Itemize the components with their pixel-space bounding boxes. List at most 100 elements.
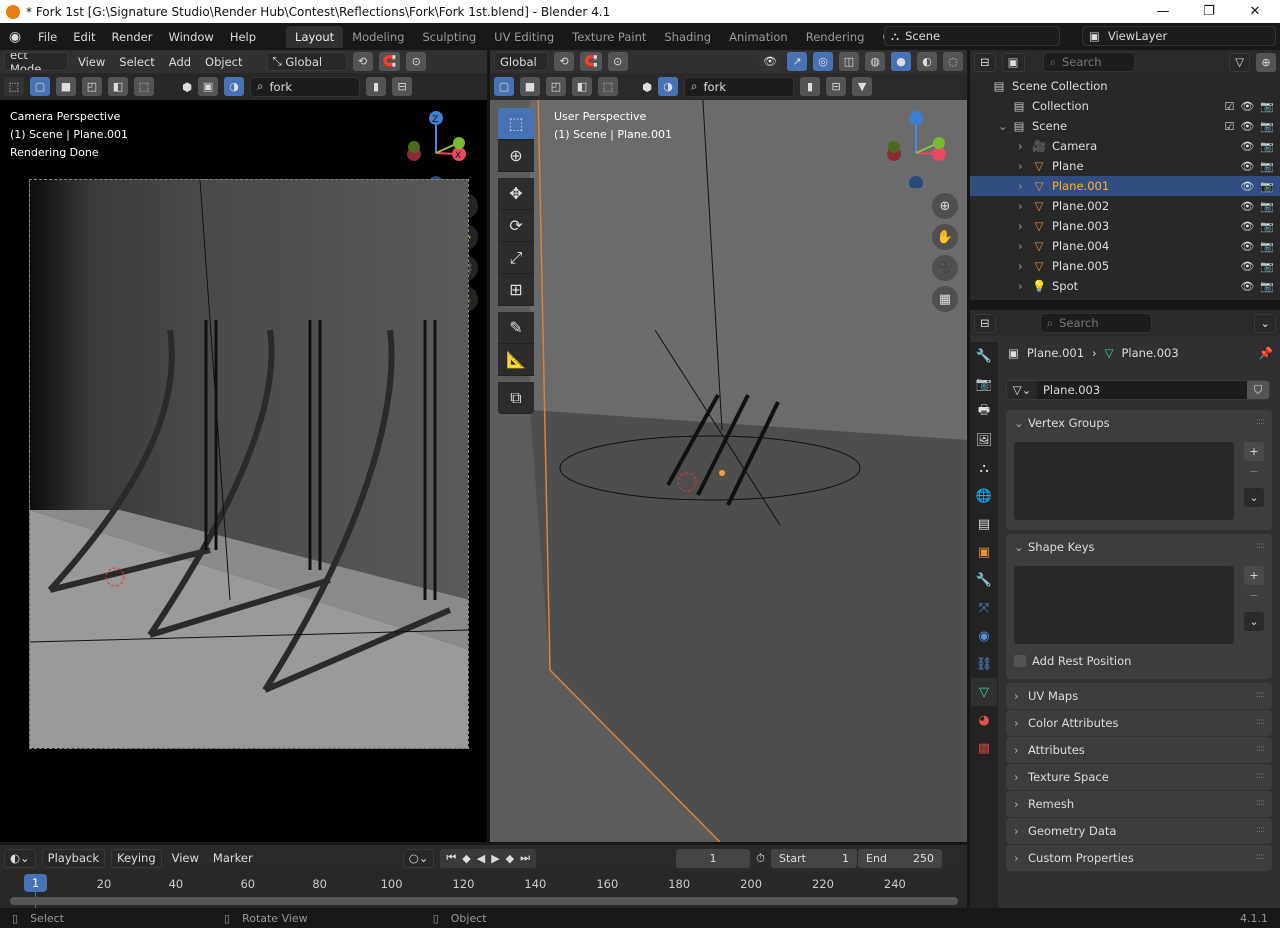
outliner-item[interactable]: ›▽Plane.002☑👁📷 xyxy=(970,196,1280,216)
keying-menu[interactable]: Keying xyxy=(110,848,162,868)
bookmark-icon[interactable]: ▮ xyxy=(366,77,387,96)
display-mode-dropdown[interactable]: ⊟ xyxy=(974,52,996,72)
checkbox-icon[interactable]: ☑ xyxy=(1224,120,1234,133)
panel-collapsed[interactable]: › Custom Properties:::: xyxy=(1006,845,1272,871)
outliner-item[interactable]: ›▽Plane.001☑👁📷 xyxy=(970,176,1280,196)
snap-button[interactable]: 🧲 xyxy=(378,52,401,71)
select-mode-extend-2[interactable]: ■ xyxy=(520,77,540,96)
shape-key-specials-button[interactable]: ⌄ xyxy=(1244,612,1264,631)
select-mode-intersect-2[interactable]: ⬚ xyxy=(598,77,618,96)
wireframe-shading-icon[interactable]: ◍ xyxy=(865,52,885,71)
select-mode-intersect[interactable]: ⬚ xyxy=(134,77,154,96)
drag-grip-icon[interactable]: :::: xyxy=(1256,717,1265,727)
drag-grip-icon[interactable]: :::: xyxy=(1256,771,1265,781)
vertex-group-specials-button[interactable]: ⌄ xyxy=(1244,488,1264,507)
eye-icon[interactable]: 👁 xyxy=(1240,140,1254,153)
chevron-down-icon[interactable]: ⌄ xyxy=(998,119,1008,133)
pin-icon[interactable]: 📌 xyxy=(1259,346,1273,360)
annotate-tool-icon[interactable]: ✎ xyxy=(498,312,534,344)
vertex-groups-list[interactable] xyxy=(1014,442,1234,520)
color-picker-icon[interactable]: ⬢ xyxy=(182,80,192,94)
render-camera-icon[interactable]: 📷 xyxy=(1260,100,1274,113)
view-layer-selector[interactable]: ▣ ViewLayer xyxy=(1082,26,1276,46)
outliner-item[interactable]: ›🎥Camera☑👁📷 xyxy=(970,136,1280,156)
drag-grip-icon[interactable]: :::: xyxy=(1256,541,1265,551)
ortho-grid-icon[interactable]: ▦ xyxy=(932,286,958,312)
navigation-gizmo[interactable]: ZX xyxy=(400,108,480,190)
eye-icon[interactable]: 👁 xyxy=(1240,200,1254,213)
mesh-datablock-selector[interactable]: ▽⌄ Plane.003 ⛉ xyxy=(1006,380,1270,400)
transform-orientation-dropdown-2[interactable]: Global xyxy=(494,52,548,71)
tab-layout[interactable]: Layout xyxy=(286,25,344,48)
solid-shading-icon[interactable]: ◑ xyxy=(224,77,245,96)
jump-start-icon[interactable]: ⏮ xyxy=(446,851,456,865)
transform-orientation-dropdown[interactable]: ⤡ Global xyxy=(266,52,347,71)
tab-modeling[interactable]: Modeling xyxy=(343,26,413,48)
panel-header[interactable]: ⌄ Shape Keys:::: xyxy=(1006,534,1272,560)
drag-grip-icon[interactable]: :::: xyxy=(1256,744,1265,754)
rotate-tool-icon[interactable]: ⟳ xyxy=(498,210,534,242)
move-tool-icon[interactable]: ✥ xyxy=(498,178,534,210)
bookmark-icon-2[interactable]: ▮ xyxy=(800,77,821,96)
checkbox-icon[interactable] xyxy=(1014,655,1026,667)
blender-menu-icon[interactable]: ◉ xyxy=(0,29,30,45)
view-layer-filter-dropdown[interactable]: ▣ xyxy=(1001,52,1025,72)
proportional-edit-button[interactable]: ⊙ xyxy=(406,52,427,71)
chevron-right-icon[interactable]: › xyxy=(1018,219,1023,233)
chevron-right-icon[interactable]: › xyxy=(1018,179,1023,193)
visibility-icon[interactable]: 👁 xyxy=(759,52,781,71)
cursor-tool-icon[interactable]: ⊕ xyxy=(498,140,534,172)
outliner-item[interactable]: ⌄ ▤ Scene ☑ 👁 📷 xyxy=(970,116,1280,136)
remove-shape-key-button[interactable]: − xyxy=(1244,586,1264,605)
select-mode-extend[interactable]: ■ xyxy=(56,77,76,96)
timeline-ruler[interactable]: 1 20 40 60 80 100 120 140 160 180 200 220 240 xyxy=(0,871,967,908)
timeline-scrollbar[interactable] xyxy=(10,897,958,905)
tab-shading[interactable]: Shading xyxy=(655,26,720,48)
render-camera-icon[interactable]: 📷 xyxy=(1260,220,1274,233)
eye-icon[interactable]: 👁 xyxy=(1240,100,1254,113)
mode-dropdown[interactable]: ect Mode xyxy=(4,52,68,71)
close-button[interactable]: ✕ xyxy=(1232,0,1278,23)
hierarchy-icon[interactable]: ⊟ xyxy=(392,77,413,96)
color-picker-icon-2[interactable]: ⬢ xyxy=(642,80,652,94)
select-tool-icon[interactable]: ⬚ xyxy=(498,108,534,140)
menu-edit[interactable]: Edit xyxy=(65,30,103,44)
editor-type-clock-icon[interactable]: ◐⌄ xyxy=(4,848,36,868)
camera-view-icon-2[interactable]: 🎥 xyxy=(932,255,958,281)
tab-uv-editing[interactable]: UV Editing xyxy=(485,26,563,48)
playhead[interactable]: 1 xyxy=(24,874,47,892)
panel-collapsed[interactable]: › Remesh:::: xyxy=(1006,791,1272,817)
menu-select[interactable]: Select xyxy=(115,55,158,69)
pan-hand-icon-2[interactable]: ✋ xyxy=(932,224,958,250)
select-mode-new-2[interactable]: ▢ xyxy=(494,77,514,96)
add-rest-position-checkbox[interactable]: Add Rest Position xyxy=(1014,654,1131,668)
outliner-item[interactable]: ›▽Plane.004☑👁📷 xyxy=(970,236,1280,256)
proportional-edit-button-2[interactable]: ⊙ xyxy=(607,52,628,71)
panel-collapsed[interactable]: › UV Maps:::: xyxy=(1006,683,1272,709)
overlay-toggle-icon[interactable]: ◎ xyxy=(813,52,833,71)
eye-icon[interactable]: 👁 xyxy=(1240,120,1254,133)
outliner-item[interactable]: ›💡Spot☑👁📷 xyxy=(970,276,1280,296)
preview-range-clock-icon[interactable]: ⏱ xyxy=(756,851,765,866)
eye-icon[interactable]: 👁 xyxy=(1240,280,1254,293)
prev-keyframe-icon[interactable]: ◆ xyxy=(462,852,470,865)
panel-collapsed[interactable]: › Geometry Data:::: xyxy=(1006,818,1272,844)
rendered-shading-icon[interactable]: ◌ xyxy=(943,52,963,71)
maximize-button[interactable]: ❐ xyxy=(1186,0,1232,23)
render-camera-icon[interactable]: 📷 xyxy=(1260,240,1274,253)
outliner-search-input[interactable]: ⌕ Search xyxy=(1042,52,1135,72)
end-frame-field[interactable]: End 250 xyxy=(858,848,943,868)
chevron-right-icon[interactable]: › xyxy=(1018,199,1023,213)
panel-collapsed[interactable]: › Attributes:::: xyxy=(1006,737,1272,763)
render-tab-icon[interactable]: 📷 xyxy=(971,370,997,398)
select-mode-new[interactable]: ▢ xyxy=(30,77,50,96)
menu-render[interactable]: Render xyxy=(104,30,161,44)
eye-icon[interactable]: 👁 xyxy=(1240,160,1254,173)
outliner-item[interactable]: ›▽Plane.005☑👁📷 xyxy=(970,256,1280,276)
tab-animation[interactable]: Animation xyxy=(720,26,797,48)
chevron-right-icon[interactable]: › xyxy=(1018,279,1023,293)
panel-header[interactable]: ⌄ Vertex Groups:::: xyxy=(1006,410,1272,436)
play-reverse-icon[interactable]: ◀ xyxy=(477,852,485,865)
menu-object[interactable]: Object xyxy=(201,55,246,69)
snap-button-2[interactable]: 🧲 xyxy=(580,52,602,71)
